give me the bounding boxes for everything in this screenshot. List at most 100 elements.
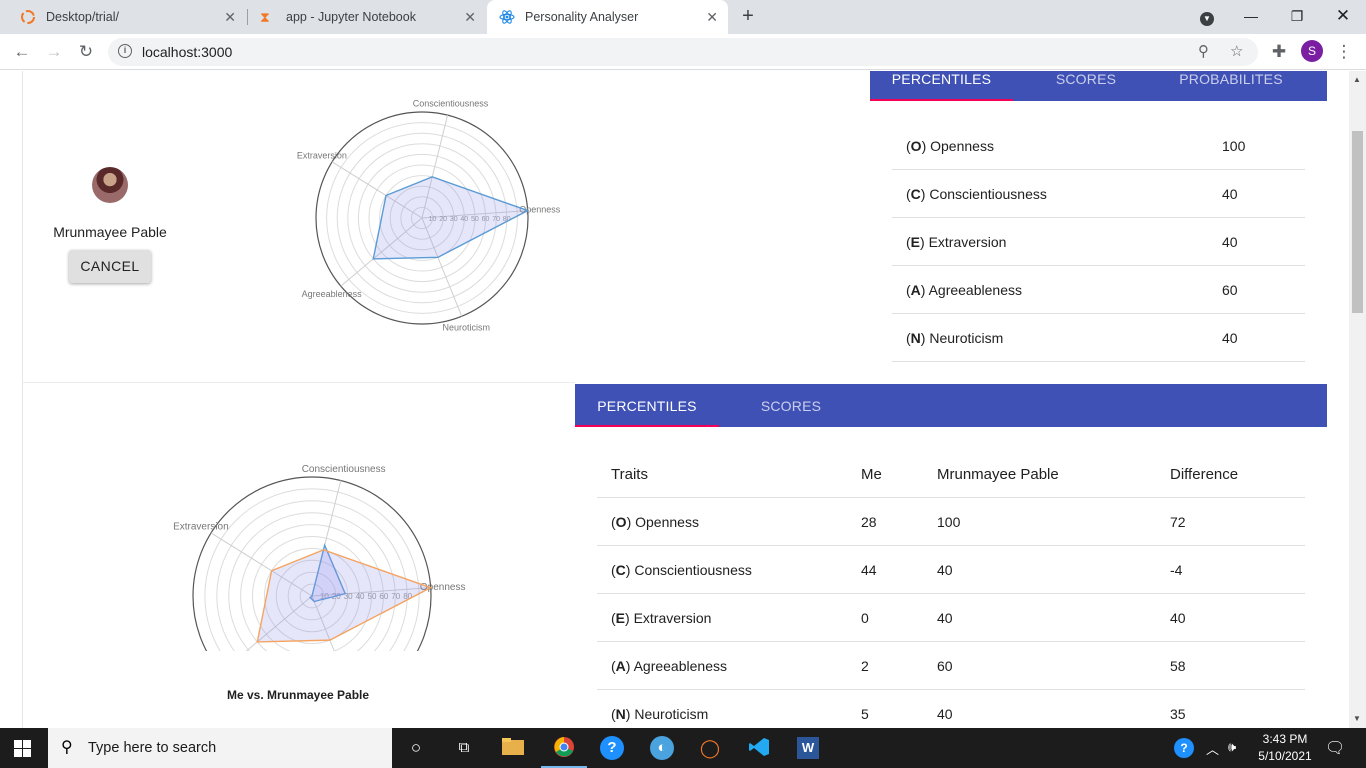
close-icon[interactable]: ✕	[706, 9, 718, 26]
table-row: (C) Conscientiousness 44 40 -4	[597, 546, 1305, 594]
help-icon[interactable]: ?	[600, 736, 624, 760]
tab-percentiles[interactable]: PERCENTILES	[575, 384, 719, 427]
search-placeholder: Type here to search	[88, 740, 217, 756]
radar-chart-profile: OpennessConscientiousnessExtraversionAgr…	[297, 98, 561, 332]
new-tab-button[interactable]: +	[737, 5, 759, 27]
scrollbar-thumb[interactable]	[1352, 131, 1363, 313]
task-view-icon[interactable]: ⧉	[452, 736, 476, 760]
close-window-button[interactable]: ✕	[1320, 0, 1366, 34]
notification-icon[interactable]: 🗨	[1325, 738, 1345, 758]
traits-tab-bar: PERCENTILES SCORES PROBABILITES	[870, 71, 1327, 101]
column-header[interactable]: Me	[861, 466, 882, 483]
app-icon[interactable]: ◐	[650, 736, 674, 760]
close-icon[interactable]: ✕	[464, 9, 476, 26]
tab-scores[interactable]: SCORES	[1013, 71, 1159, 101]
radar-series-polygon	[372, 176, 530, 260]
other-value: 40	[937, 610, 953, 626]
other-value: 60	[937, 658, 953, 674]
table-row: (A) Agreeableness 2 60 58	[597, 642, 1305, 690]
vscode-icon[interactable]	[747, 736, 771, 760]
zoom-icon[interactable]: ⚲	[1198, 42, 1209, 60]
me-value: 28	[861, 514, 877, 530]
clock-date[interactable]: 5/10/2021	[1255, 749, 1315, 763]
restore-button[interactable]: ❐	[1274, 0, 1320, 34]
minimize-button[interactable]: —	[1228, 0, 1274, 34]
site-info-icon[interactable]: i	[118, 44, 132, 58]
chrome-icon[interactable]	[552, 736, 576, 760]
tab-search-icon[interactable]: ▼	[1184, 0, 1230, 34]
tab-label: PROBABILITES	[1179, 71, 1283, 87]
table-header-row: Traits Me Mrunmayee Pable Difference	[597, 427, 1305, 498]
radar-axis-label: Conscientiousness	[413, 98, 489, 108]
bookmark-star-icon[interactable]: ☆	[1230, 42, 1243, 60]
tab-label: PERCENTILES	[597, 398, 697, 414]
url-text[interactable]: localhost:3000	[142, 44, 232, 60]
taskbar-search-box[interactable]: ⚲ Type here to search	[48, 728, 392, 768]
column-header[interactable]: Mrunmayee Pable	[937, 466, 1059, 483]
trait-label: (N) Neuroticism	[611, 706, 709, 722]
tab-label: SCORES	[1055, 71, 1117, 87]
trait-label: (A) Agreeableness	[611, 658, 727, 674]
trait-label: (C) Conscientiousness	[906, 186, 1047, 202]
column-header[interactable]: Difference	[1170, 466, 1238, 483]
cancel-button[interactable]: CANCEL	[69, 250, 151, 283]
page-scrollbar[interactable]: ▲ ▼	[1349, 71, 1366, 728]
hourglass-icon: ⧗	[260, 9, 270, 25]
browser-toolbar: ← → ↻ i localhost:3000 ⚲ ☆ ✚ S ⋮	[0, 34, 1366, 70]
windows-start-icon[interactable]	[14, 740, 31, 757]
trait-value: 60	[1222, 282, 1238, 298]
comparison-tab-bar: PERCENTILES SCORES	[575, 384, 1327, 427]
file-explorer-icon[interactable]	[501, 736, 525, 760]
trait-label: (N) Neuroticism	[906, 330, 1004, 346]
table-row: (O) Openness 28 100 72	[597, 498, 1305, 546]
cortana-icon[interactable]: ○	[404, 736, 428, 760]
avatar	[92, 167, 128, 203]
close-icon[interactable]: ✕	[224, 9, 236, 26]
difference-value: 58	[1170, 658, 1186, 674]
menu-icon[interactable]: ⋮	[1332, 40, 1356, 64]
radar-axis-label: Neuroticism	[442, 322, 490, 332]
avatar[interactable]: S	[1301, 40, 1323, 62]
radar-axis-label: Extraversion	[297, 150, 347, 160]
scroll-down-icon[interactable]: ▼	[1353, 714, 1361, 723]
browser-tab-desktop[interactable]: Desktop/trial/ ✕	[8, 0, 246, 34]
browser-tab-title: app - Jupyter Notebook	[286, 10, 416, 24]
chevron-up-icon[interactable]: ︿	[1206, 739, 1219, 758]
table-row: (N) Neuroticism 40	[892, 314, 1305, 362]
tab-label: PERCENTILES	[891, 71, 992, 87]
radar-axis-label: Conscientiousness	[302, 464, 386, 475]
jupyter-icon	[20, 9, 36, 25]
radar-axis-label: Extraversion	[173, 522, 229, 533]
help-icon[interactable]: ?	[1174, 738, 1194, 758]
tab-scores[interactable]: SCORES	[719, 384, 863, 427]
browser-tab-title: Personality Analyser	[525, 10, 639, 24]
table-row: (E) Extraversion 40	[892, 218, 1305, 266]
trait-label: (A) Agreeableness	[906, 282, 1022, 298]
other-value: 100	[937, 514, 961, 530]
table-row: (N) Neuroticism 5 40 35	[597, 690, 1305, 728]
trait-value: 40	[1222, 330, 1238, 346]
word-icon[interactable]: W	[796, 736, 820, 760]
trait-value: 100	[1222, 138, 1246, 154]
forward-icon[interactable]: →	[42, 40, 66, 64]
volume-icon[interactable]: 🕪	[1228, 739, 1236, 755]
extensions-icon[interactable]: ✚	[1267, 40, 1291, 64]
table-row: (O) Openness 100	[892, 122, 1305, 170]
scroll-up-icon[interactable]: ▲	[1353, 75, 1361, 84]
trait-label: (C) Conscientiousness	[611, 562, 752, 578]
clock-time[interactable]: 3:43 PM	[1259, 732, 1311, 746]
tab-percentiles[interactable]: PERCENTILES	[870, 71, 1013, 101]
reload-icon[interactable]: ↻	[74, 40, 98, 64]
browser-tab-personality[interactable]: Personality Analyser ✕	[487, 0, 728, 34]
jupyter-icon[interactable]: ◯	[698, 736, 722, 760]
table-row: (A) Agreeableness 60	[892, 266, 1305, 314]
tab-probabilities[interactable]: PROBABILITES	[1159, 71, 1303, 101]
me-value: 44	[861, 562, 877, 578]
trait-label: (O) Openness	[906, 138, 994, 154]
address-bar[interactable]: i localhost:3000 ⚲ ☆	[108, 38, 1258, 66]
back-icon[interactable]: ←	[10, 40, 34, 64]
card-border	[22, 71, 23, 728]
browser-tab-jupyter[interactable]: ⧗ app - Jupyter Notebook ✕	[248, 0, 486, 34]
column-header[interactable]: Traits	[611, 466, 648, 483]
difference-value: 72	[1170, 514, 1186, 530]
